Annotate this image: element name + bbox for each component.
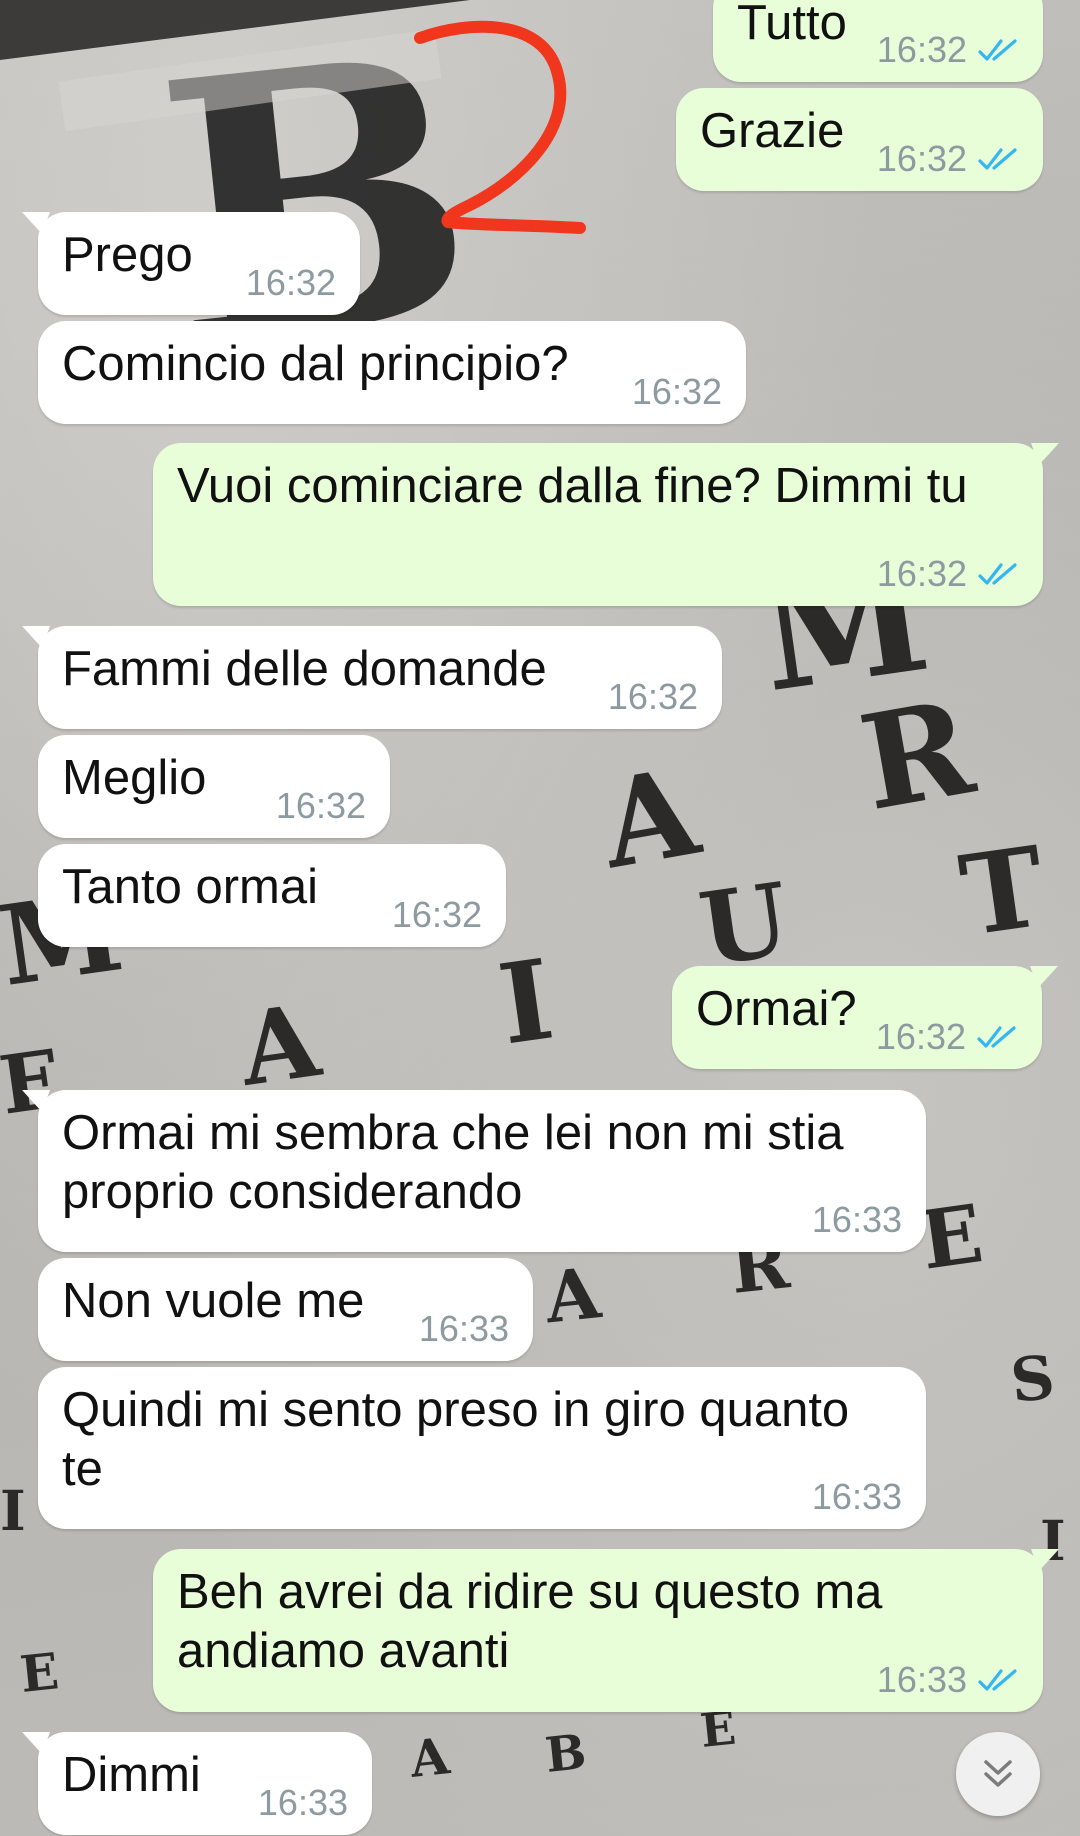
incoming-message-bubble[interactable]: Tanto ormai 16:32 — [38, 844, 506, 947]
message-text: Non vuole me — [62, 1274, 365, 1328]
message-timestamp: 16:33 — [811, 1199, 902, 1240]
incoming-message-bubble[interactable]: Comincio dal principio? 16:32 — [38, 321, 746, 424]
message-timestamp: 16:33 — [418, 1308, 509, 1349]
message-meta: 16:33 — [419, 1309, 509, 1349]
incoming-message-bubble[interactable]: Ormai mi sembra che lei non mi stia prop… — [22, 1090, 926, 1252]
outgoing-message-bubble[interactable]: Ormai? 16:32 — [672, 966, 1058, 1069]
message-timestamp: 16:32 — [245, 262, 336, 303]
wallpaper-letter: I — [492, 935, 561, 1070]
message-text: Ormai? — [696, 982, 857, 1036]
message-timestamp: 16:32 — [275, 785, 366, 826]
wallpaper-letter: T — [953, 822, 1052, 961]
message-text: Fammi delle domande — [62, 642, 547, 696]
bubble-tail — [22, 1732, 50, 1754]
message-meta: 16:32 — [877, 554, 1019, 594]
message-meta: 16:32 — [276, 786, 366, 826]
message-text: Dimmi — [62, 1748, 201, 1802]
message-timestamp: 16:32 — [876, 553, 967, 594]
message-timestamp: 16:32 — [391, 894, 482, 935]
message-timestamp: 16:32 — [875, 1016, 966, 1057]
wallpaper-letter: R — [850, 670, 984, 840]
outgoing-message-bubble[interactable]: Vuoi cominciare dalla fine? Dimmi tu 16:3… — [153, 443, 1059, 606]
double-chevron-down-icon — [984, 1760, 1012, 1787]
message-meta: 16:32 — [392, 895, 482, 935]
read-double-check-icon — [977, 1026, 1016, 1048]
message-meta: 16:32 — [246, 263, 336, 303]
read-double-check-icon — [978, 563, 1017, 585]
message-meta: 16:33 — [258, 1783, 348, 1823]
message-timestamp: 16:33 — [876, 1659, 967, 1700]
annotation-number-2-stroke — [414, 20, 586, 234]
incoming-message-bubble[interactable]: Fammi delle domande 16:32 — [22, 626, 722, 729]
incoming-message-bubble[interactable]: Non vuole me 16:33 — [38, 1258, 533, 1361]
message-meta: 16:32 — [608, 677, 698, 717]
wallpaper-letter: S — [1007, 1343, 1057, 1417]
message-timestamp: 16:32 — [607, 676, 698, 717]
bubble-tail — [22, 626, 50, 648]
message-meta: 16:33 — [812, 1477, 902, 1517]
message-text: Quindi mi sento preso in giro quanto te — [62, 1383, 850, 1496]
incoming-message-bubble[interactable]: Meglio 16:32 — [38, 735, 390, 838]
message-meta: 16:32 — [632, 372, 722, 412]
message-text: Ormai mi sembra che lei non mi stia prop… — [62, 1106, 844, 1219]
bubble-tail — [1031, 1549, 1059, 1571]
read-double-check-icon — [978, 1669, 1017, 1691]
message-text: Vuoi cominciare dalla fine? Dimmi tu — [177, 459, 968, 513]
wallpaper-letter: I — [0, 1478, 26, 1543]
message-timestamp: 16:33 — [811, 1476, 902, 1517]
wallpaper-letter: A — [591, 741, 710, 897]
incoming-message-bubble[interactable]: Quindi mi sento preso in giro quanto te 1… — [38, 1367, 926, 1529]
wallpaper-letter: B — [543, 1724, 589, 1784]
message-timestamp: 16:33 — [257, 1782, 348, 1823]
wallpaper-letter: A — [406, 1726, 453, 1789]
bubble-tail — [22, 1090, 50, 1112]
message-text: Beh avrei da ridire su questo ma andiamo… — [177, 1565, 883, 1678]
bubble-tail — [1031, 443, 1059, 465]
message-timestamp: 16:32 — [631, 371, 722, 412]
message-meta: 16:32 — [876, 1017, 1018, 1057]
scroll-to-bottom-button[interactable] — [956, 1732, 1040, 1816]
bubble-tail — [1030, 966, 1058, 988]
outgoing-message-bubble[interactable]: Beh avrei da ridire su questo ma andiamo… — [153, 1549, 1059, 1712]
handwritten-annotation — [414, 20, 586, 234]
wallpaper-letter: A — [540, 1251, 605, 1340]
message-meta: 16:33 — [877, 1660, 1019, 1700]
message-meta: 16:33 — [812, 1200, 902, 1240]
wallpaper-letter: E — [17, 1641, 61, 1704]
message-text: Comincio dal principio? — [62, 337, 569, 391]
message-text: Meglio — [62, 751, 207, 805]
message-text: Tanto ormai — [62, 860, 319, 914]
incoming-message-bubble[interactable]: Dimmi 16:33 — [22, 1732, 372, 1835]
